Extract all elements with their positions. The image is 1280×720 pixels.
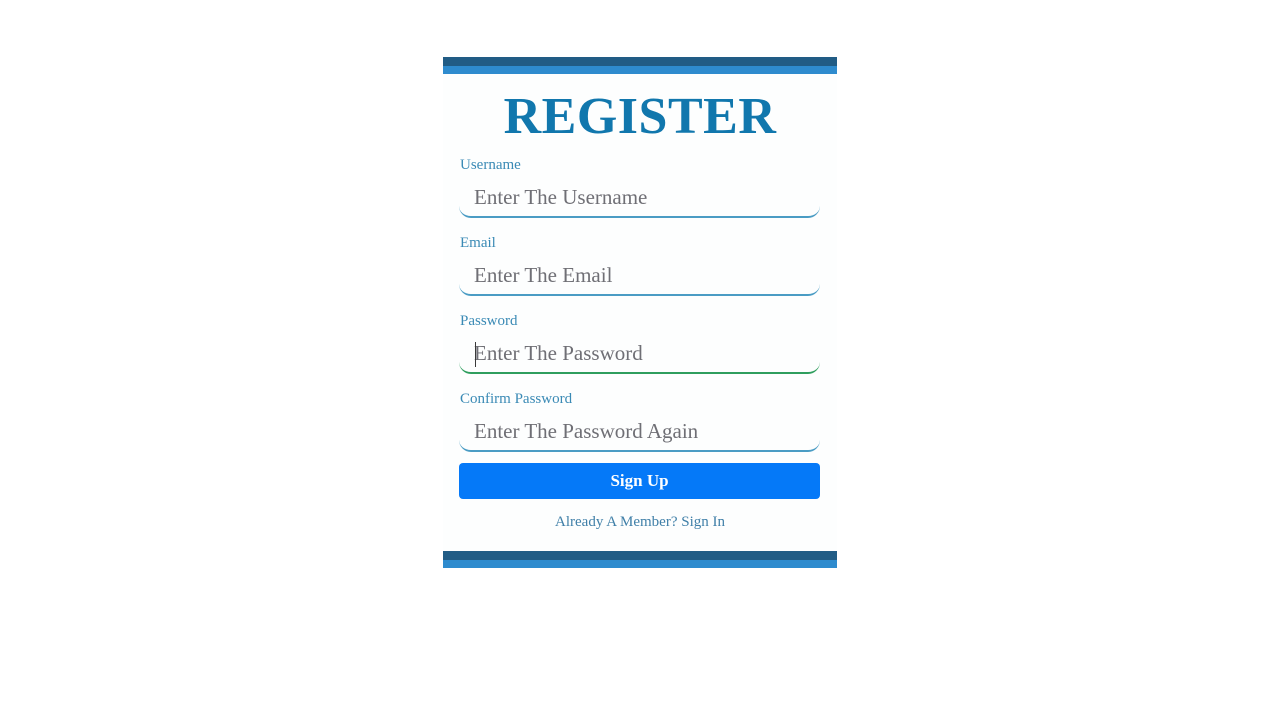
sign-in-link[interactable]: Already A Member? Sign In (555, 514, 725, 530)
register-card: REGISTER Username Email Password (443, 57, 837, 568)
top-bar-group (443, 57, 837, 74)
input-wrap-email (459, 257, 821, 296)
label-username: Username (460, 157, 521, 173)
label-confirm-password: Confirm Password (460, 391, 573, 407)
footer: Already A Member? Sign In (443, 499, 837, 551)
field-email: Email (459, 234, 821, 296)
register-form: Username Email Password (443, 156, 837, 499)
bottom-bar-group (443, 551, 837, 568)
page-root: REGISTER Username Email Password (0, 0, 1280, 720)
field-confirm-password: Confirm Password (459, 390, 821, 452)
bottom-bar-light (443, 560, 837, 568)
input-wrap-confirm-password (459, 413, 821, 452)
input-wrap-username (459, 179, 821, 218)
page-title: REGISTER (503, 88, 777, 145)
field-username: Username (459, 156, 821, 218)
top-bar-light (443, 66, 837, 74)
username-input[interactable] (459, 179, 820, 218)
text-caret (475, 342, 476, 367)
input-wrap-password (459, 335, 821, 374)
bottom-bar-dark (443, 551, 837, 560)
label-password: Password (460, 313, 518, 329)
sign-up-button[interactable]: Sign Up (459, 463, 820, 499)
confirm-password-input[interactable] (459, 413, 820, 452)
top-bar-dark (443, 57, 837, 66)
label-email: Email (460, 235, 496, 251)
email-input[interactable] (459, 257, 820, 296)
field-password: Password (459, 312, 821, 374)
password-input[interactable] (459, 335, 820, 374)
